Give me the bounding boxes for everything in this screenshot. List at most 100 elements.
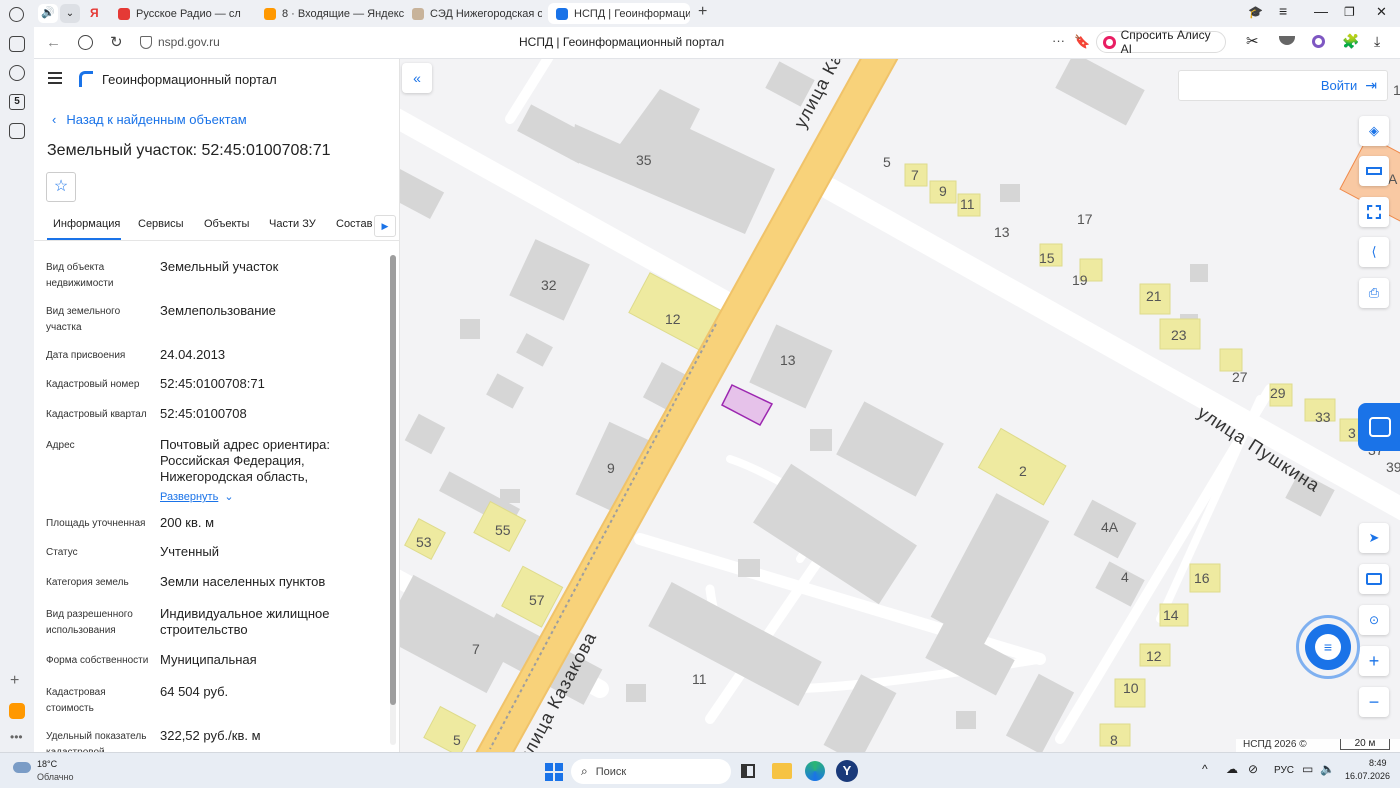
tab-information[interactable]: Информация (53, 218, 120, 230)
tray-chevron-icon[interactable]: ^ (1202, 762, 1208, 776)
map-area[interactable]: улица Казакова улица Казакова улица Пушк… (400, 59, 1400, 752)
house-number: 7 (472, 641, 480, 657)
zoom-in-button[interactable]: + (1359, 646, 1389, 676)
house-number: 9 (939, 183, 947, 199)
weather-temp: 18°C (37, 759, 58, 769)
yandex-browser-icon[interactable]: Y (836, 760, 858, 782)
chat-button[interactable]: ≡ (1305, 624, 1351, 670)
clock-time[interactable]: 8:49 (1369, 758, 1387, 768)
wifi-off-icon[interactable]: ⊘ (1248, 762, 1258, 776)
hamburger-icon[interactable] (48, 72, 62, 84)
ruler-button[interactable] (1359, 156, 1389, 186)
zoom-out-button[interactable]: − (1359, 687, 1389, 717)
minimize-icon[interactable]: — (1314, 3, 1328, 19)
back-icon[interactable]: ← (46, 34, 61, 51)
mail-icon[interactable] (9, 703, 25, 719)
extension3-icon[interactable] (1312, 35, 1325, 48)
tab-parts[interactable]: Части ЗУ (269, 218, 316, 230)
yandex-b-icon[interactable] (78, 35, 93, 50)
graduation-icon[interactable]: 🎓 (1248, 5, 1263, 19)
display-icon[interactable]: ▭ (1302, 762, 1313, 776)
expand-link[interactable]: Развернуть ⌄ (160, 490, 234, 503)
locate-button[interactable]: ➤ (1359, 523, 1389, 553)
tab-mail[interactable]: 8 · Входящие — Яндекс П (256, 3, 404, 24)
tab-services[interactable]: Сервисы (138, 218, 184, 230)
tab-radio[interactable]: Русское Радио — сл (110, 3, 250, 24)
weather-icon[interactable] (13, 762, 31, 773)
extension2-icon[interactable] (1279, 36, 1295, 45)
building (400, 574, 520, 694)
prop-label: Дата присвоения (46, 350, 126, 361)
building (516, 333, 553, 367)
panel-scrollbar[interactable] (390, 255, 396, 745)
search-location-button[interactable]: ⊙ (1359, 605, 1389, 635)
alice-button[interactable]: Спросить Алису AI (1096, 28, 1226, 56)
minimap-button[interactable] (1359, 564, 1389, 594)
clock-date[interactable]: 16.07.2026 (1345, 771, 1390, 781)
screenshot-icon[interactable] (9, 123, 25, 139)
collections-icon[interactable] (9, 36, 25, 52)
tabs-scroll-button[interactable]: ▶ (374, 215, 396, 237)
task-view-icon[interactable] (741, 764, 755, 778)
house-number: 11 (960, 196, 975, 212)
sound-icon[interactable]: 🔊 (38, 4, 58, 23)
extension-icon[interactable]: ✂ (1246, 32, 1259, 50)
chevron-down-icon[interactable]: ⌄ (60, 4, 80, 23)
language-indicator[interactable]: РУС (1274, 765, 1294, 776)
map-canvas[interactable] (400, 59, 1400, 752)
tab-objects[interactable]: Объекты (204, 218, 249, 230)
side-tab-button[interactable] (1358, 403, 1400, 451)
start-button[interactable] (545, 763, 563, 781)
house-number: А (1388, 171, 1398, 187)
tab-nspd[interactable]: НСПД | Геоинформаци✕ (548, 3, 690, 24)
print-button[interactable]: ⎙ (1359, 278, 1389, 308)
prop-label: Кадастровый номер (46, 379, 140, 390)
edge-icon[interactable] (805, 761, 825, 781)
yandex-icon[interactable]: Я (90, 6, 99, 20)
bookmark-icon[interactable]: 🔖 (1074, 34, 1090, 50)
prop-value: Земли населенных пунктов (160, 574, 326, 589)
extensions-icon[interactable]: 🧩 (1342, 33, 1359, 50)
location-search-icon: ⊙ (1368, 613, 1380, 627)
prop-value: 64 504 руб. (160, 684, 229, 699)
history-icon[interactable] (9, 7, 24, 22)
house-number: 17 (1077, 211, 1093, 227)
tab-composition[interactable]: Состав (336, 218, 372, 230)
favorite-button[interactable]: ☆ (46, 172, 76, 202)
prop-label: Форма собственности (46, 655, 149, 666)
house-number: 12 (665, 311, 681, 327)
folder-icon[interactable] (772, 763, 792, 779)
add-icon[interactable]: + (10, 672, 19, 690)
chevron-down-icon: ⌄ (224, 491, 234, 503)
scrollbar-thumb[interactable] (390, 255, 396, 705)
login-button[interactable]: Войти ⇥ (1178, 70, 1388, 101)
layers-button[interactable]: ◈ (1359, 116, 1389, 146)
url-text[interactable]: nspd.gov.ru (158, 35, 220, 49)
close-window-icon[interactable]: ✕ (1376, 4, 1387, 20)
house-number: 2 (1019, 463, 1027, 479)
login-icon: ⇥ (1365, 77, 1377, 93)
share-button[interactable]: ⟨ (1359, 237, 1389, 267)
prop-value: 200 кв. м (160, 515, 215, 530)
prop-label: Адрес (46, 440, 75, 451)
tab-sed[interactable]: СЭД Нижегородская обл (404, 3, 542, 24)
panel-tabs: Информация Сервисы Объекты Части ЗУ Сост… (34, 211, 400, 241)
area-select-button[interactable] (1359, 197, 1389, 227)
restore-icon[interactable]: ❐ (1344, 5, 1355, 19)
back-to-results-link[interactable]: ‹ Назад к найденным объектам (52, 112, 247, 127)
menu-icon[interactable]: ≡ (1279, 3, 1287, 19)
download-icon[interactable]: ⤓ (1374, 33, 1380, 50)
taskbar-search[interactable]: ⌕ Поиск (571, 759, 731, 784)
cloud-icon[interactable]: ☁ (1226, 762, 1238, 776)
building (570, 89, 775, 234)
volume-icon[interactable]: 🔈 (1320, 762, 1335, 776)
more-icon[interactable]: ••• (10, 730, 23, 744)
navigation-icon: ➤ (1368, 530, 1380, 545)
collapse-panel-button[interactable]: « (402, 63, 432, 93)
building (517, 104, 593, 164)
more-dots-icon[interactable]: ··· (1052, 33, 1065, 48)
new-tab-icon[interactable]: + (698, 3, 707, 21)
five-icon[interactable]: 5 (9, 94, 25, 110)
reload-icon[interactable]: ↻ (110, 33, 123, 51)
video-icon[interactable] (9, 65, 25, 81)
